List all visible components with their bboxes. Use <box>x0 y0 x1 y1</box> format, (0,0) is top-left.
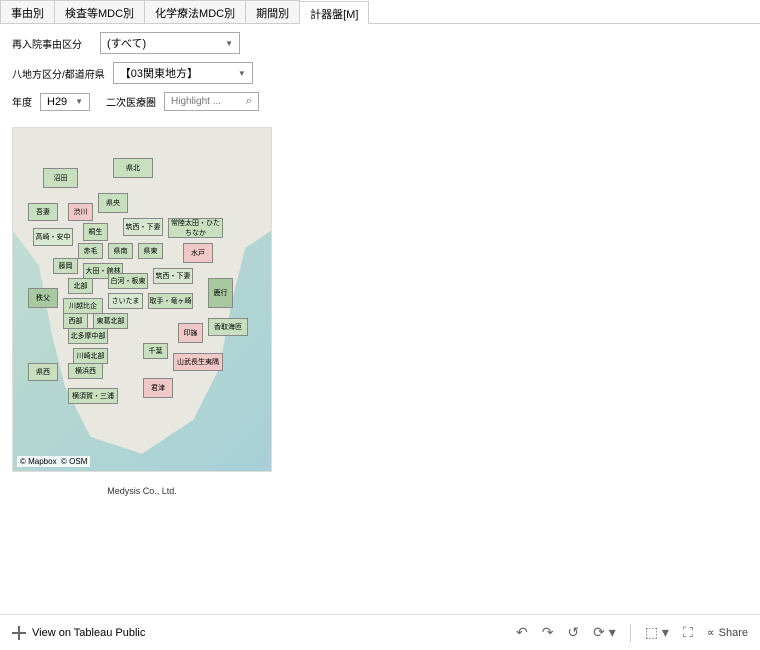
map-region[interactable]: 白河・板東 <box>108 273 148 289</box>
map-region[interactable]: 北多摩中部 <box>68 328 108 344</box>
readmission-dropdown[interactable]: (すべて) ▼ <box>100 32 240 54</box>
undo-button[interactable]: ↶ <box>516 624 528 641</box>
tableau-icon <box>12 626 26 640</box>
fullscreen-button[interactable]: ⛶ <box>683 624 693 641</box>
map-container[interactable]: 沼田県北吾妻渋川県央桐生筑西・下妻常陸太田・ひたちなか高崎・安中赤毛県南県東水戸… <box>12 127 272 472</box>
filter-panel: 再入院事由区分 (すべて) ▼ 八地方区分/都道府県 【03関東地方】 ▼ 年度… <box>0 24 760 127</box>
region-dropdown[interactable]: 【03関東地方】 ▼ <box>113 62 253 84</box>
view-tableau-link[interactable]: View on Tableau Public <box>12 626 145 640</box>
chevron-down-icon: ▼ <box>225 39 233 48</box>
device-button[interactable]: ⬚ ▾ <box>645 624 669 641</box>
year-dropdown[interactable]: H29 ▼ <box>40 93 90 111</box>
map-region[interactable]: 北部 <box>68 278 93 294</box>
secondary-label: 二次医療圏 <box>106 94 156 109</box>
map-region[interactable]: 常陸太田・ひたちなか <box>168 218 223 238</box>
map-region[interactable]: 県北 <box>113 158 153 178</box>
readmission-label: 再入院事由区分 <box>12 36 92 51</box>
tab-chemo-mdc[interactable]: 化学療法MDC別 <box>144 0 246 23</box>
map-region[interactable]: 鹿行 <box>208 278 233 308</box>
map-region[interactable]: 東葛北部 <box>93 313 128 329</box>
tab-exam-mdc[interactable]: 検査等MDC別 <box>54 0 145 23</box>
map-region[interactable]: 県央 <box>98 193 128 213</box>
map-region[interactable]: 吾妻 <box>28 203 58 221</box>
map-region[interactable]: 県東 <box>138 243 163 259</box>
year-value: H29 <box>47 96 67 108</box>
map-region[interactable]: 西部 <box>63 313 88 329</box>
map-region[interactable]: 山武長生夷隅 <box>173 353 223 371</box>
tab-reason[interactable]: 事由別 <box>0 0 55 23</box>
share-icon: ∝ <box>707 626 715 639</box>
map-region[interactable]: 川越比企 <box>63 298 103 314</box>
region-value: 【03関東地方】 <box>120 65 198 81</box>
map-region[interactable]: 取手・竜ヶ崎 <box>148 293 193 309</box>
map-region[interactable]: 渋川 <box>68 203 93 221</box>
map-region[interactable]: 高崎・安中 <box>33 228 73 246</box>
view-tableau-label: View on Tableau Public <box>32 627 145 639</box>
map-region[interactable]: 桐生 <box>83 223 108 241</box>
map-region[interactable]: 県西 <box>28 363 58 381</box>
map-region[interactable]: 秩父 <box>28 288 58 308</box>
chevron-down-icon: ▼ <box>238 69 246 78</box>
map-region[interactable]: 千葉 <box>143 343 168 359</box>
map-region[interactable]: 赤毛 <box>78 243 103 259</box>
map-region[interactable]: 香取海匝 <box>208 318 248 336</box>
map-region[interactable]: 横須賀・三浦 <box>68 388 118 404</box>
year-label: 年度 <box>12 94 32 109</box>
map-region[interactable]: 君津 <box>143 378 173 398</box>
share-button[interactable]: ∝ Share <box>707 626 748 639</box>
bottom-toolbar: View on Tableau Public ↶ ↷ ↺ ⟳ ▾ ⬚ ▾ ⛶ ∝… <box>0 614 760 650</box>
toolbar-separator <box>630 624 631 642</box>
chevron-down-icon: ▼ <box>75 97 83 106</box>
map-region[interactable]: 印旛 <box>178 323 203 343</box>
map-region[interactable]: さいたま <box>108 293 143 309</box>
redo-button[interactable]: ↷ <box>542 624 554 641</box>
map-region[interactable]: 横浜西 <box>68 363 103 379</box>
footer-text: Medysis Co., Ltd. <box>0 486 284 496</box>
share-label: Share <box>719 627 748 639</box>
readmission-value: (すべて) <box>107 35 146 51</box>
highlight-search[interactable]: ⌕ <box>164 92 259 111</box>
tab-bar: 事由別 検査等MDC別 化学療法MDC別 期間別 計器盤[M] <box>0 0 760 24</box>
map-attribution: © Mapbox © OSM <box>17 456 90 467</box>
tab-dashboard[interactable]: 計器盤[M] <box>299 1 369 24</box>
map-region[interactable]: 筑西・下妻 <box>153 268 193 284</box>
map-region[interactable]: 水戸 <box>183 243 213 263</box>
map-region[interactable]: 川崎北部 <box>73 348 108 364</box>
search-input[interactable] <box>171 96 241 107</box>
map-region[interactable]: 藤岡 <box>53 258 78 274</box>
map-region[interactable]: 沼田 <box>43 168 78 188</box>
search-icon: ⌕ <box>246 95 252 108</box>
region-label: 八地方区分/都道府県 <box>12 66 105 81</box>
tab-period[interactable]: 期間別 <box>245 0 300 23</box>
map-region[interactable]: 筑西・下妻 <box>123 218 163 236</box>
refresh-button[interactable]: ⟳ ▾ <box>593 624 616 641</box>
map-region[interactable]: 県南 <box>108 243 133 259</box>
replay-button[interactable]: ↺ <box>567 624 579 641</box>
